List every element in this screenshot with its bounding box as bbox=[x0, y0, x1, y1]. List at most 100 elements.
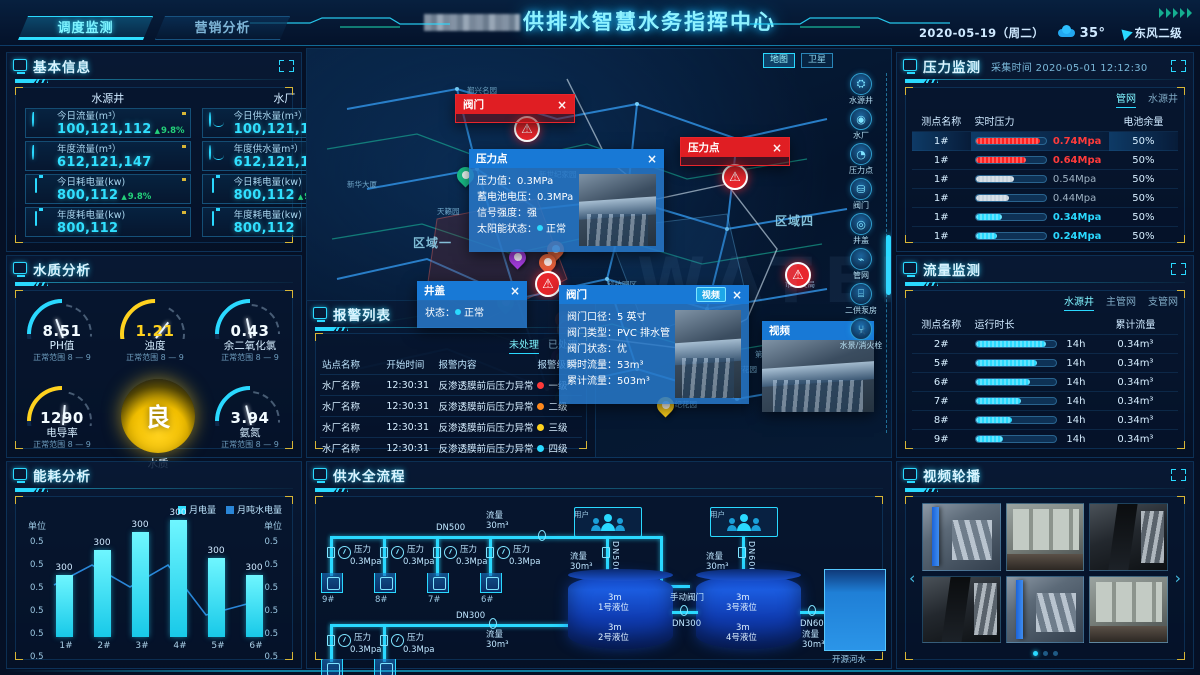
popup-pressure-alert[interactable]: 压力点 × bbox=[680, 137, 790, 166]
valve-icon[interactable] bbox=[433, 547, 441, 558]
map-tab-satellite[interactable]: 卫星 bbox=[801, 53, 833, 68]
metric-card[interactable]: 年度流量(m³） 612,121,147 bbox=[25, 141, 191, 171]
legend-item-power-per-ton[interactable]: 月吨水电量 bbox=[226, 503, 282, 516]
carousel-next[interactable]: › bbox=[1175, 569, 1181, 588]
table-row[interactable]: 水厂名称 12:30:31 反渗透膜前后压力异常 四级 bbox=[320, 438, 582, 459]
well-icon[interactable] bbox=[480, 573, 502, 593]
map-alert-marker[interactable]: ⚠ bbox=[535, 271, 561, 297]
metric-card[interactable]: 今日流量(m³） 100,121,1129.8% bbox=[25, 108, 191, 138]
table-row[interactable]: 1# 0.34Mpa 50% bbox=[912, 208, 1178, 227]
table-row[interactable]: 9# 14h 0.34m³ bbox=[912, 430, 1178, 449]
table-row[interactable]: 1# 0.24Mpa 50% bbox=[912, 227, 1178, 246]
table-row[interactable]: 5# 14h 0.34m³ bbox=[912, 354, 1178, 373]
rail-item-valve[interactable]: ⛁阀门 bbox=[839, 178, 883, 211]
rail-item-manhole[interactable]: ◎井盖 bbox=[839, 213, 883, 246]
video-cell[interactable] bbox=[1089, 503, 1168, 571]
bar-4[interactable] bbox=[170, 520, 187, 637]
bar-5[interactable] bbox=[208, 558, 225, 637]
table-row[interactable]: 2# 14h 0.34m³ bbox=[912, 335, 1178, 354]
valve-icon[interactable] bbox=[538, 530, 546, 541]
rail-item-hydrant[interactable]: ⑂水景/消火栓 bbox=[839, 318, 883, 351]
map-tab-map[interactable]: 地图 bbox=[763, 53, 795, 68]
gauge-ammonia-nitrogen[interactable]: 3.94 氨氮 正常范围 8 — 9 bbox=[212, 386, 288, 450]
bar-2[interactable] bbox=[94, 550, 111, 637]
valve-icon[interactable] bbox=[486, 547, 494, 558]
reservoir[interactable] bbox=[824, 569, 886, 651]
popup-pressure-point[interactable]: 压力点 × 压力值：0.3MPa 蓄电池电压：0.3MPa 信号强度：强 太阳能… bbox=[469, 149, 664, 252]
tab-scheduling-monitor[interactable]: 调度监测 bbox=[18, 16, 153, 40]
well-icon[interactable] bbox=[374, 659, 396, 675]
video-cell[interactable] bbox=[922, 576, 1001, 644]
close-icon[interactable]: × bbox=[510, 285, 520, 297]
manual-valve-icon[interactable] bbox=[680, 605, 688, 616]
video-button[interactable]: 视频 bbox=[696, 287, 726, 302]
video-cell[interactable] bbox=[1089, 576, 1168, 644]
video-cell[interactable] bbox=[1006, 503, 1085, 571]
rail-item-well[interactable]: ⛭水源井 bbox=[839, 73, 883, 106]
video-cell[interactable] bbox=[922, 503, 1001, 571]
table-row[interactable]: 7# 14h 0.34m³ bbox=[912, 392, 1178, 411]
close-icon[interactable]: × bbox=[732, 289, 742, 301]
well-icon[interactable] bbox=[321, 573, 343, 593]
close-icon[interactable]: × bbox=[647, 153, 657, 165]
gauge-turbidity[interactable]: 1.21 浊度 正常范围 8 — 9 bbox=[117, 299, 193, 363]
gauge-ph[interactable]: 8.51 PH值 正常范围 8 — 9 bbox=[24, 299, 100, 363]
popup-valve-detail[interactable]: 阀门 视频 × 阀门口径：5 英寸 阀门类型：PVC 排水管 阀门状态：优 瞬时… bbox=[559, 285, 749, 404]
bar-3[interactable] bbox=[132, 532, 149, 637]
well-icon[interactable] bbox=[427, 573, 449, 593]
expand-icon[interactable] bbox=[1171, 469, 1186, 481]
expand-icon[interactable] bbox=[1171, 60, 1186, 72]
valve-icon[interactable] bbox=[489, 618, 497, 629]
carousel-dot[interactable] bbox=[1033, 651, 1038, 656]
expand-icon[interactable] bbox=[1171, 263, 1186, 275]
valve-icon[interactable] bbox=[738, 547, 746, 558]
flow-tab-main-network[interactable]: 主管网 bbox=[1106, 293, 1136, 311]
carousel-prev[interactable]: ‹ bbox=[909, 569, 915, 588]
rail-item-pressure-point[interactable]: ◔压力点 bbox=[839, 143, 883, 176]
gauge-conductivity[interactable]: 1290 电导率 正常范围 8 — 9 bbox=[24, 386, 100, 450]
rail-item-pump-room[interactable]: ⌸二供泵房 bbox=[839, 283, 883, 316]
alarm-tab-unhandled[interactable]: 未处理 bbox=[509, 336, 539, 354]
close-icon[interactable]: × bbox=[772, 142, 782, 154]
table-row[interactable]: 水厂名称 12:30:31 反渗透膜前后压力异常 三级 bbox=[320, 417, 582, 438]
map-alert-marker[interactable]: ⚠ bbox=[785, 262, 811, 288]
pressure-tab-wells[interactable]: 水源井 bbox=[1148, 90, 1178, 108]
valve-icon[interactable] bbox=[602, 547, 610, 558]
map-alert-marker[interactable]: ⚠ bbox=[722, 164, 748, 190]
table-row[interactable]: 水厂名称 12:30:31 反渗透膜前后压力异常 二级 bbox=[320, 396, 582, 417]
video-cell[interactable] bbox=[1006, 576, 1085, 644]
table-row[interactable]: 1# 0.74Mpa 50% bbox=[912, 132, 1178, 151]
table-row[interactable]: 1# 0.44Mpa 50% bbox=[912, 189, 1178, 208]
flow-tab-wells[interactable]: 水源井 bbox=[1064, 293, 1094, 311]
valve-icon[interactable] bbox=[380, 547, 388, 558]
flow-tab-branch-network[interactable]: 支管网 bbox=[1148, 293, 1178, 311]
bar-1[interactable] bbox=[56, 575, 73, 637]
bar-6[interactable] bbox=[246, 575, 263, 637]
metric-card[interactable]: 年度耗电量(kw) 800,112 bbox=[25, 207, 191, 237]
water-quality-ball[interactable]: 良 bbox=[121, 379, 195, 453]
gauge-chlorine-dioxide[interactable]: 0.43 余二氧化氯 正常范围 8 — 9 bbox=[212, 299, 288, 363]
valve-icon[interactable] bbox=[327, 547, 335, 558]
tab-marketing-analysis[interactable]: 营销分析 bbox=[155, 16, 290, 40]
rail-item-pipe-network[interactable]: ⌁管网 bbox=[839, 248, 883, 281]
metric-card[interactable]: 今日耗电量(kw) 800,1129.8% bbox=[25, 174, 191, 204]
valve-icon[interactable] bbox=[327, 635, 335, 646]
pressure-tab-network[interactable]: 管网 bbox=[1116, 90, 1136, 108]
table-row[interactable]: 水厂名称 12:30:31 反渗透膜前后压力异常 一级 bbox=[320, 375, 582, 396]
expand-icon[interactable] bbox=[279, 60, 294, 72]
table-row[interactable]: 6# 14h 0.34m³ bbox=[912, 373, 1178, 392]
close-icon[interactable]: × bbox=[557, 99, 567, 111]
table-row[interactable]: 1# 0.64Mpa 50% bbox=[912, 151, 1178, 170]
table-row[interactable]: 1# 0.54Mpa 50% bbox=[912, 170, 1178, 189]
map-scrollbar[interactable] bbox=[886, 73, 889, 433]
map-pin-manhole[interactable] bbox=[509, 249, 526, 271]
well-icon[interactable] bbox=[374, 573, 396, 593]
rail-item-plant[interactable]: ◉水厂 bbox=[839, 108, 883, 141]
carousel-dot[interactable] bbox=[1053, 651, 1058, 656]
table-row[interactable]: 8# 14h 0.34m³ bbox=[912, 411, 1178, 430]
valve-icon[interactable] bbox=[808, 605, 816, 616]
popup-manhole[interactable]: 井盖 × 状态：正常 bbox=[417, 281, 527, 328]
well-icon[interactable] bbox=[321, 659, 343, 675]
valve-icon[interactable] bbox=[380, 635, 388, 646]
popup-valve-alert[interactable]: 阀门 × bbox=[455, 94, 575, 123]
